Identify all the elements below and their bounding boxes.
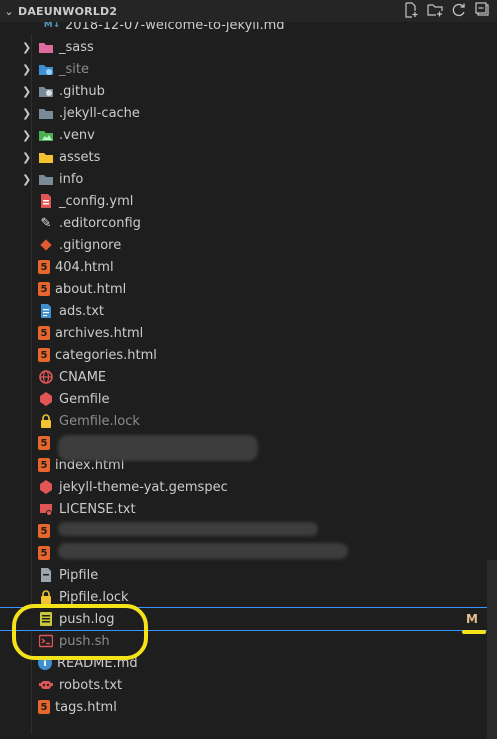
tree-folder-sass[interactable]: ❯ _sass xyxy=(0,36,497,58)
yaml-icon xyxy=(38,193,54,209)
lock-icon xyxy=(38,589,54,605)
chevron-right-icon: ❯ xyxy=(22,84,32,98)
chevron-right-icon: ❯ xyxy=(22,150,32,164)
tree-file-cname[interactable]: CNAME xyxy=(0,366,497,388)
html-icon: 5 xyxy=(38,458,50,472)
tree-file-gemfile-lock[interactable]: Gemfile.lock xyxy=(0,410,497,432)
git-modified-badge: M xyxy=(466,612,478,626)
collapse-all-icon[interactable] xyxy=(475,2,491,18)
redaction-scribble xyxy=(58,435,258,461)
explorer-actions xyxy=(403,2,491,18)
html-icon: 5 xyxy=(38,260,50,274)
new-folder-icon[interactable] xyxy=(427,2,443,18)
robot-icon xyxy=(38,677,54,693)
html-icon: 5 xyxy=(38,524,50,538)
tree-file-gemfile[interactable]: Gemfile xyxy=(0,388,497,410)
ruby-gem-icon xyxy=(38,391,54,407)
new-file-icon[interactable] xyxy=(403,2,419,18)
venv-folder-icon xyxy=(38,127,54,143)
html-icon: 5 xyxy=(38,348,50,362)
ruby-gem-icon xyxy=(38,479,54,495)
tree-folder-site[interactable]: ❯ _site xyxy=(0,58,497,80)
pipfile-icon xyxy=(38,567,54,583)
html-icon: 5 xyxy=(38,282,50,296)
github-folder-icon xyxy=(38,83,54,99)
tree-folder-venv[interactable]: ❯ .venv xyxy=(0,124,497,146)
tree-folder-jekyll-cache[interactable]: ❯ .jekyll-cache xyxy=(0,102,497,124)
highlight-circle xyxy=(12,604,148,660)
tree-file-tags-html[interactable]: 5 tags.html xyxy=(0,696,497,718)
folder-icon xyxy=(38,171,54,187)
tree-folder-github[interactable]: ❯ .github xyxy=(0,80,497,102)
html-icon: 5 xyxy=(38,436,50,450)
tree-file-categories-html[interactable]: 5 categories.html xyxy=(0,344,497,366)
folder-icon xyxy=(38,105,54,121)
chevron-right-icon: ❯ xyxy=(22,40,32,54)
globe-icon xyxy=(38,369,54,385)
scrollbar[interactable] xyxy=(487,560,497,739)
redaction-scribble xyxy=(58,543,348,559)
tree-file-gitignore[interactable]: .gitignore xyxy=(0,234,497,256)
explorer-header[interactable]: ⌄ DAEUNWORLD2 xyxy=(0,0,497,22)
tree-folder-assets[interactable]: ❯ assets xyxy=(0,146,497,168)
tree-folder-info[interactable]: ❯ info xyxy=(0,168,497,190)
html-icon: 5 xyxy=(38,546,50,560)
chevron-right-icon: ❯ xyxy=(22,128,32,142)
text-file-icon xyxy=(38,303,54,319)
html-icon: 5 xyxy=(38,700,50,714)
tree-file-editorconfig[interactable]: ✎ .editorconfig xyxy=(0,212,497,234)
chevron-right-icon: ❯ xyxy=(22,172,32,186)
tree-file-about-html[interactable]: 5 about.html xyxy=(0,278,497,300)
tree-file-ads-txt[interactable]: ads.txt xyxy=(0,300,497,322)
tree-file-archives-html[interactable]: 5 archives.html xyxy=(0,322,497,344)
tree-file-404-html[interactable]: 5 404.html xyxy=(0,256,497,278)
git-icon xyxy=(38,237,54,253)
redaction-scribble xyxy=(58,522,318,536)
html-icon: 5 xyxy=(38,326,50,340)
refresh-icon[interactable] xyxy=(451,2,467,18)
site-folder-icon xyxy=(38,61,54,77)
highlight-underline xyxy=(462,630,486,634)
lock-icon xyxy=(38,413,54,429)
license-icon xyxy=(38,501,54,517)
tree-file-gemspec[interactable]: jekyll-theme-yat.gemspec xyxy=(0,476,497,498)
tree-file-config-yml[interactable]: _config.yml xyxy=(0,190,497,212)
editorconfig-icon: ✎ xyxy=(40,215,52,231)
sass-folder-icon xyxy=(38,39,54,55)
chevron-right-icon: ❯ xyxy=(22,106,32,120)
chevron-right-icon: ❯ xyxy=(22,62,32,76)
chevron-down-icon[interactable]: ⌄ xyxy=(0,5,18,18)
tree-file-license[interactable]: LICENSE.txt xyxy=(0,498,497,520)
assets-folder-icon xyxy=(38,149,54,165)
tree-file-pipfile[interactable]: Pipfile xyxy=(0,564,497,586)
tree-file-robots[interactable]: robots.txt xyxy=(0,674,497,696)
workspace-title: DAEUNWORLD2 xyxy=(18,4,118,18)
